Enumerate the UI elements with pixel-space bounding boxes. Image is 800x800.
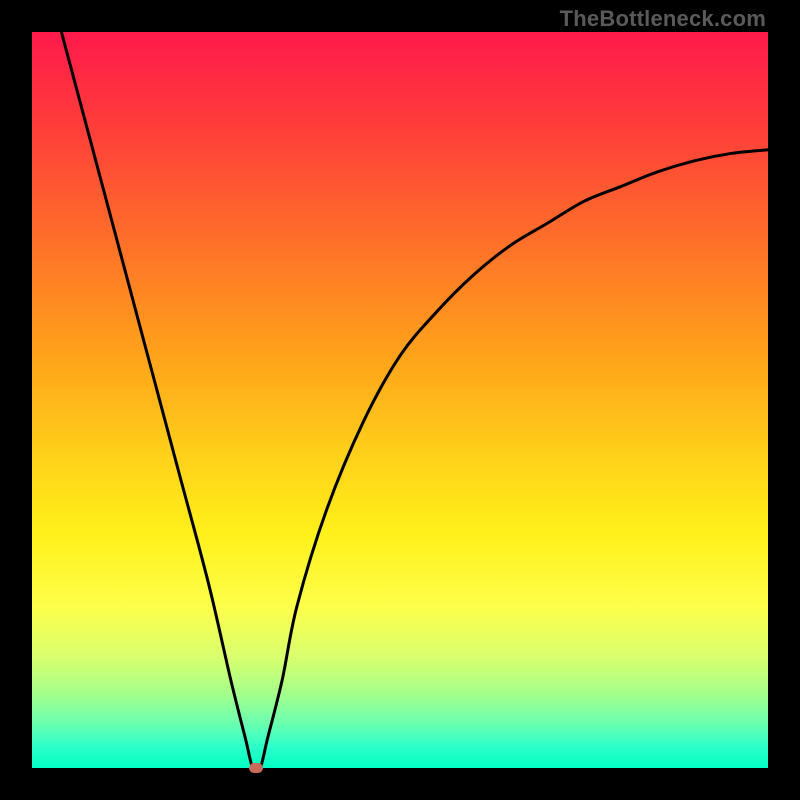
bottleneck-curve [32, 32, 768, 768]
watermark-text: TheBottleneck.com [560, 6, 766, 32]
minimum-marker [249, 763, 263, 773]
chart-plot-area [32, 32, 768, 768]
chart-frame: TheBottleneck.com [0, 0, 800, 800]
